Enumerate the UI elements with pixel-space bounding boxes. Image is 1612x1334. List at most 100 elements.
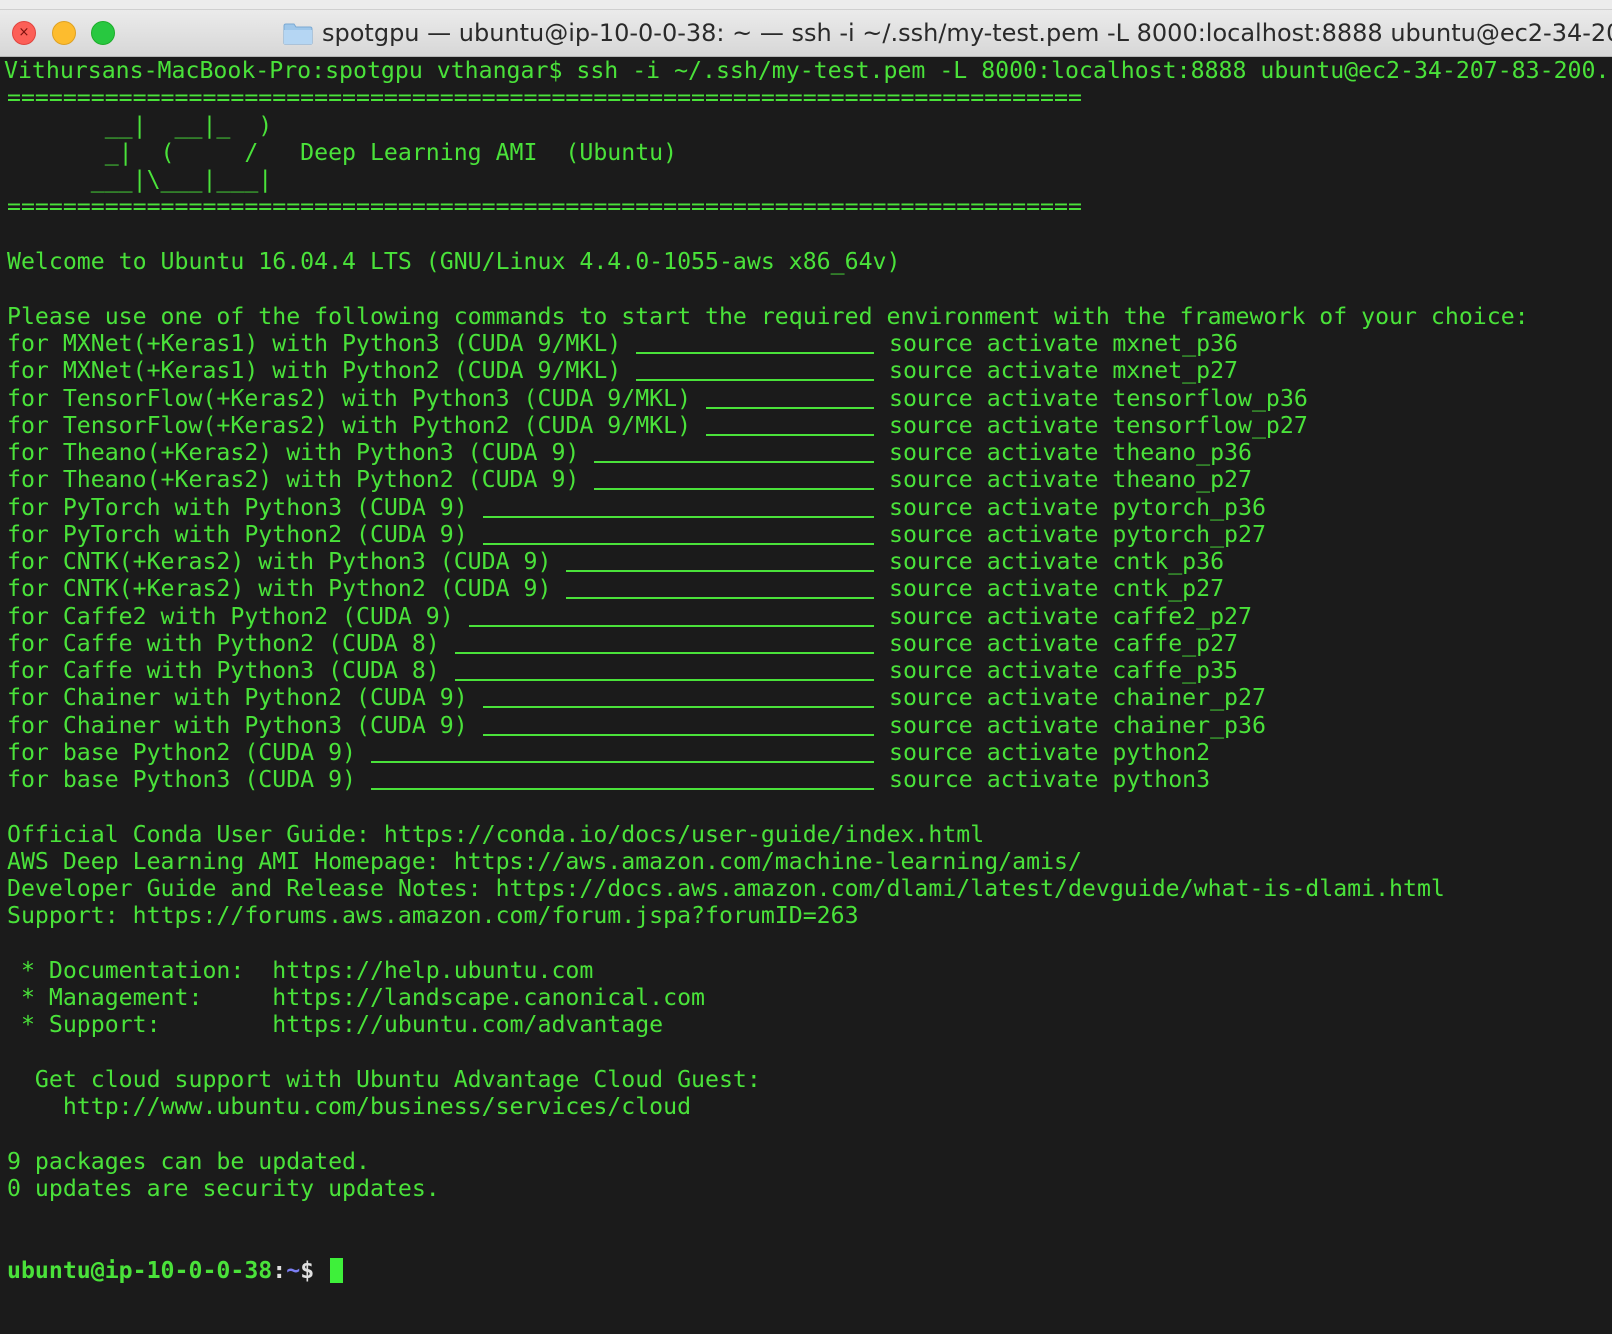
banner-line: _| ( / Deep Learning AMI (Ubuntu) bbox=[7, 139, 678, 166]
minimize-button[interactable] bbox=[52, 21, 76, 45]
environment-leader-line bbox=[482, 706, 874, 709]
maximize-button[interactable] bbox=[91, 21, 115, 45]
environment-row: for MXNet(+Keras1) with Python3 (CUDA 9/… bbox=[0, 330, 1612, 358]
environment-description: for base Python2 (CUDA 9) bbox=[7, 738, 357, 766]
environment-leader-line bbox=[482, 542, 874, 545]
shell-prompt[interactable]: ubuntu@ip-10-0-0-38:~$ bbox=[7, 1257, 344, 1285]
environment-leader-line bbox=[636, 352, 874, 354]
developer-guide-line: Developer Guide and Release Notes: https… bbox=[7, 875, 1445, 902]
security-updates-line: 0 updates are security updates. bbox=[7, 1175, 440, 1202]
environment-leader-line bbox=[706, 433, 874, 436]
window-title: spotgpu — ubuntu@ip-10-0-0-38: ~ — ssh -… bbox=[322, 19, 1612, 47]
menu-bar-strip bbox=[0, 0, 1612, 10]
environment-leader-line bbox=[454, 651, 874, 654]
environment-description: for Chainer with Python2 (CUDA 9) bbox=[7, 684, 468, 712]
environment-description: for Theano(+Keras2) with Python2 (CUDA 9… bbox=[7, 466, 580, 494]
environment-leader-line bbox=[594, 488, 874, 491]
environment-description: for CNTK(+Keras2) with Python2 (CUDA 9) bbox=[7, 575, 552, 603]
environment-description: for Caffe2 with Python2 (CUDA 9) bbox=[7, 602, 454, 630]
ssh-command-line: Vithursans-MacBook-Pro:spotgpu vthangar$… bbox=[4, 57, 1610, 84]
environment-row: for Caffe2 with Python2 (CUDA 9) source a… bbox=[0, 603, 1612, 631]
environment-command: source activate mxnet_p27 bbox=[889, 357, 1239, 385]
environment-intro: Please use one of the following commands… bbox=[7, 303, 1529, 330]
environment-description: for Theano(+Keras2) with Python3 (CUDA 9… bbox=[7, 439, 580, 466]
environment-row: for Caffe with Python2 (CUDA 8) source ac… bbox=[0, 630, 1612, 658]
environment-command: source activate caffe_p27 bbox=[889, 629, 1239, 657]
ubuntu-documentation-line: * Documentation: https://help.ubuntu.com bbox=[7, 957, 594, 984]
environment-row: for Theano(+Keras2) with Python3 (CUDA 9… bbox=[0, 439, 1612, 467]
environment-description: for TensorFlow(+Keras2) with Python2 (CU… bbox=[7, 411, 692, 439]
terminal-content[interactable]: Vithursans-MacBook-Pro:spotgpu vthangar$… bbox=[0, 57, 1612, 1334]
environment-command: source activate cntk_p27 bbox=[889, 575, 1225, 603]
environment-command: source activate pytorch_p27 bbox=[889, 520, 1266, 548]
support-forum-line: Support: https://forums.aws.amazon.com/f… bbox=[7, 902, 859, 929]
banner-line: __| __|_ ) bbox=[7, 112, 273, 139]
terminal-window: × spotgpu — ubuntu@ip-10-0-0-38: ~ — ssh… bbox=[0, 0, 1612, 1334]
ubuntu-support-line: * Support: https://ubuntu.com/advantage bbox=[7, 1011, 664, 1038]
environment-leader-line bbox=[482, 515, 874, 518]
environment-leader-line bbox=[566, 570, 874, 572]
environment-description: for base Python3 (CUDA 9) bbox=[7, 766, 357, 793]
ami-homepage-line: AWS Deep Learning AMI Homepage: https://… bbox=[7, 848, 1082, 875]
environment-row: for Chainer with Python3 (CUDA 9) source … bbox=[0, 712, 1612, 740]
environment-description: for Caffe with Python3 (CUDA 8) bbox=[7, 657, 440, 684]
banner-rule-top: ========================================… bbox=[7, 84, 1082, 111]
environment-row: for TensorFlow(+Keras2) with Python2 (CU… bbox=[0, 412, 1612, 440]
environment-row: for base Python3 (CUDA 9) source activate… bbox=[0, 766, 1612, 794]
text-cursor bbox=[330, 1258, 344, 1283]
environment-description: for MXNet(+Keras1) with Python2 (CUDA 9/… bbox=[7, 357, 622, 385]
environment-command: source activate theano_p27 bbox=[889, 466, 1252, 494]
environment-leader-line bbox=[468, 624, 874, 627]
conda-guide-line: Official Conda User Guide: https://conda… bbox=[7, 821, 985, 848]
banner-rule-bottom: ========================================… bbox=[7, 193, 1082, 220]
welcome-message: Welcome to Ubuntu 16.04.4 LTS (GNU/Linux… bbox=[7, 248, 901, 275]
environment-command: source activate tensorflow_p27 bbox=[889, 411, 1308, 439]
cloud-support-line: Get cloud support with Ubuntu Advantage … bbox=[7, 1066, 761, 1093]
environment-leader-line bbox=[706, 406, 874, 409]
environment-command: source activate chainer_p36 bbox=[889, 711, 1266, 739]
environment-command: source activate tensorflow_p36 bbox=[889, 384, 1308, 412]
environment-leader-line bbox=[636, 379, 874, 382]
environment-row: for PyTorch with Python2 (CUDA 9) source … bbox=[0, 521, 1612, 549]
environment-row: for CNTK(+Keras2) with Python3 (CUDA 9) s… bbox=[0, 548, 1612, 576]
ubuntu-management-line: * Management: https://landscape.canonica… bbox=[7, 984, 706, 1011]
environment-leader-line bbox=[482, 733, 874, 736]
environment-row: for PyTorch with Python3 (CUDA 9) source … bbox=[0, 494, 1612, 522]
environment-row: for base Python2 (CUDA 9) source activate… bbox=[0, 739, 1612, 767]
environment-leader-line bbox=[371, 788, 874, 790]
environment-description: for Chainer with Python3 (CUDA 9) bbox=[7, 711, 468, 739]
environment-description: for Caffe with Python2 (CUDA 8) bbox=[7, 629, 440, 657]
prompt-sign: $ bbox=[300, 1257, 315, 1284]
prompt-path: ~ bbox=[286, 1257, 301, 1284]
environment-command: source activate python3 bbox=[889, 766, 1211, 793]
environment-command: source activate caffe2_p27 bbox=[889, 602, 1252, 630]
environment-description: for PyTorch with Python3 (CUDA 9) bbox=[7, 493, 468, 521]
title-bar: × spotgpu — ubuntu@ip-10-0-0-38: ~ — ssh… bbox=[0, 10, 1612, 57]
environment-row: for Theano(+Keras2) with Python2 (CUDA 9… bbox=[0, 466, 1612, 494]
banner-line: ___|\___|___| bbox=[7, 166, 273, 193]
environment-command: source activate cntk_p36 bbox=[889, 548, 1225, 575]
environment-description: for CNTK(+Keras2) with Python3 (CUDA 9) bbox=[7, 548, 552, 575]
environment-row: for Chainer with Python2 (CUDA 9) source … bbox=[0, 684, 1612, 712]
environment-leader-line bbox=[371, 760, 874, 763]
environment-description: for MXNet(+Keras1) with Python3 (CUDA 9/… bbox=[7, 330, 622, 357]
environment-leader-line bbox=[566, 597, 874, 600]
environment-row: for Caffe with Python3 (CUDA 8) source ac… bbox=[0, 657, 1612, 685]
close-button[interactable]: × bbox=[12, 21, 36, 45]
prompt-separator: : bbox=[272, 1257, 287, 1284]
environment-description: for PyTorch with Python2 (CUDA 9) bbox=[7, 520, 468, 548]
environment-command: source activate chainer_p27 bbox=[889, 684, 1266, 712]
environment-command: source activate theano_p36 bbox=[889, 439, 1252, 466]
environment-command: source activate python2 bbox=[889, 738, 1211, 766]
environment-row: for CNTK(+Keras2) with Python2 (CUDA 9) s… bbox=[0, 575, 1612, 603]
prompt-user-host: ubuntu@ip-10-0-0-38 bbox=[7, 1257, 273, 1284]
environment-command: source activate caffe_p35 bbox=[889, 657, 1239, 684]
environment-leader-line bbox=[594, 461, 874, 463]
environment-command: source activate mxnet_p36 bbox=[889, 330, 1239, 357]
environment-leader-line bbox=[454, 679, 874, 681]
environment-row: for MXNet(+Keras1) with Python2 (CUDA 9/… bbox=[0, 357, 1612, 385]
folder-icon bbox=[283, 23, 313, 45]
cloud-support-url: http://www.ubuntu.com/business/services/… bbox=[7, 1093, 692, 1120]
close-x-icon: × bbox=[18, 25, 30, 40]
environment-command: source activate pytorch_p36 bbox=[889, 493, 1266, 521]
